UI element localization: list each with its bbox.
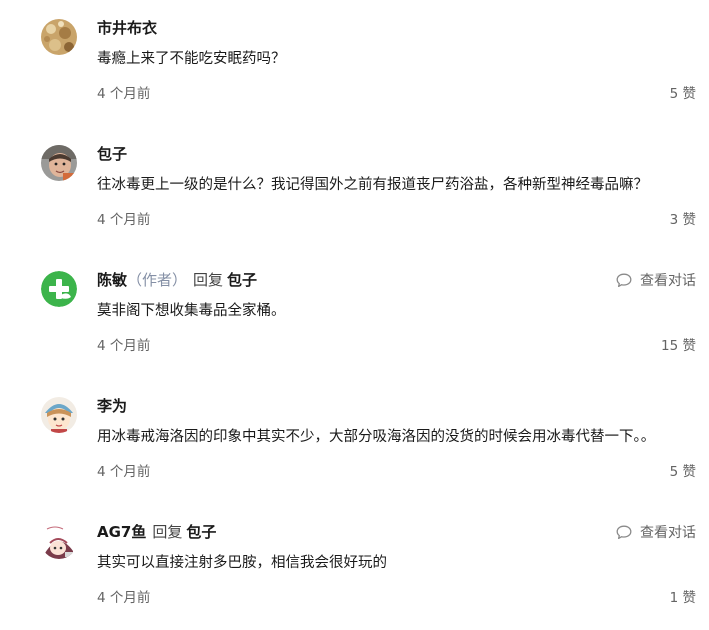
comment-item: 包子 往冰毒更上一级的是什么？我记得国外之前有报道丧尸药浴盐，各种新型神经毒品嘛…	[0, 126, 709, 252]
author-name[interactable]: 包子	[97, 145, 127, 163]
view-dialog-label: 查看对话	[640, 525, 696, 541]
comment-content: 用冰毒戒海洛因的印象中其实不少，大部分吸海洛因的没货的时候会用冰毒代替一下。。	[97, 429, 656, 445]
comment-item: 李为 用冰毒戒海洛因的印象中其实不少，大部分吸海洛因的没货的时候会用冰毒代替一下…	[0, 378, 709, 504]
view-dialog-label: 查看对话	[640, 273, 696, 289]
comment-header: 市井布衣	[97, 17, 157, 39]
avatar-image	[41, 397, 77, 433]
comment-time: 4 个月前	[97, 86, 151, 102]
comment-content: 往冰毒更上一级的是什么？我记得国外之前有报道丧尸药浴盐，各种新型神经毒品嘛？	[97, 177, 648, 193]
comment-header: 包子	[97, 143, 127, 165]
author-name[interactable]: AG7鱼	[97, 523, 146, 541]
comment-item: 陈敏（作者） 回复 包子 查看对话 莫非阁下想收集毒品全家桶。 4 个月前 15 赞	[0, 252, 709, 378]
avatar[interactable]	[41, 397, 77, 433]
avatar[interactable]	[41, 19, 77, 55]
like-button[interactable]: 5 赞	[670, 84, 696, 104]
author-name[interactable]: 李为	[97, 397, 127, 415]
view-dialog-button[interactable]: 查看对话	[616, 523, 696, 543]
avatar[interactable]	[41, 145, 77, 181]
comment-item: 市井布衣 毒瘾上来了不能吃安眠药吗？ 4 个月前 5 赞	[0, 0, 709, 126]
avatar[interactable]	[41, 271, 77, 307]
like-button[interactable]: 15 赞	[661, 336, 696, 356]
author-name[interactable]: 陈敏	[97, 271, 127, 289]
avatar-image	[41, 523, 77, 559]
view-dialog-button[interactable]: 查看对话	[616, 271, 696, 291]
comment-time: 4 个月前	[97, 590, 151, 606]
comment-content: 莫非阁下想收集毒品全家桶。	[97, 303, 286, 319]
reply-target-name[interactable]: 包子	[186, 523, 216, 541]
speech-bubble-icon	[616, 525, 632, 540]
comment-time: 4 个月前	[97, 464, 151, 480]
like-button[interactable]: 5 赞	[670, 462, 696, 482]
comment-header: 陈敏（作者） 回复 包子	[97, 269, 257, 291]
comment-item: AG7鱼 回复 包子 查看对话 其实可以直接注射多巴胺，相信我会很好玩的 4 个月前…	[0, 504, 709, 630]
reply-target-name[interactable]: 包子	[227, 271, 257, 289]
comment-list: 市井布衣 毒瘾上来了不能吃安眠药吗？ 4 个月前 5 赞 包子 往冰毒更上一级的…	[0, 0, 709, 614]
comment-content: 其实可以直接注射多巴胺，相信我会很好玩的	[97, 555, 387, 571]
comment-header: AG7鱼 回复 包子	[97, 521, 216, 543]
comment-time: 4 个月前	[97, 212, 151, 228]
avatar-image	[41, 145, 77, 181]
comment-content: 毒瘾上来了不能吃安眠药吗？	[97, 51, 286, 67]
comment-header: 李为	[97, 395, 127, 417]
author-tag: （作者）	[127, 271, 188, 289]
speech-bubble-icon	[616, 273, 632, 288]
avatar-image	[41, 19, 77, 55]
reply-label: 回复	[193, 271, 224, 289]
like-button[interactable]: 3 赞	[670, 210, 696, 230]
comment-time: 4 个月前	[97, 338, 151, 354]
like-button[interactable]: 1 赞	[670, 588, 696, 608]
reply-label: 回复	[152, 523, 183, 541]
author-name[interactable]: 市井布衣	[97, 19, 157, 37]
avatar-image	[41, 271, 77, 307]
avatar[interactable]	[41, 523, 77, 559]
